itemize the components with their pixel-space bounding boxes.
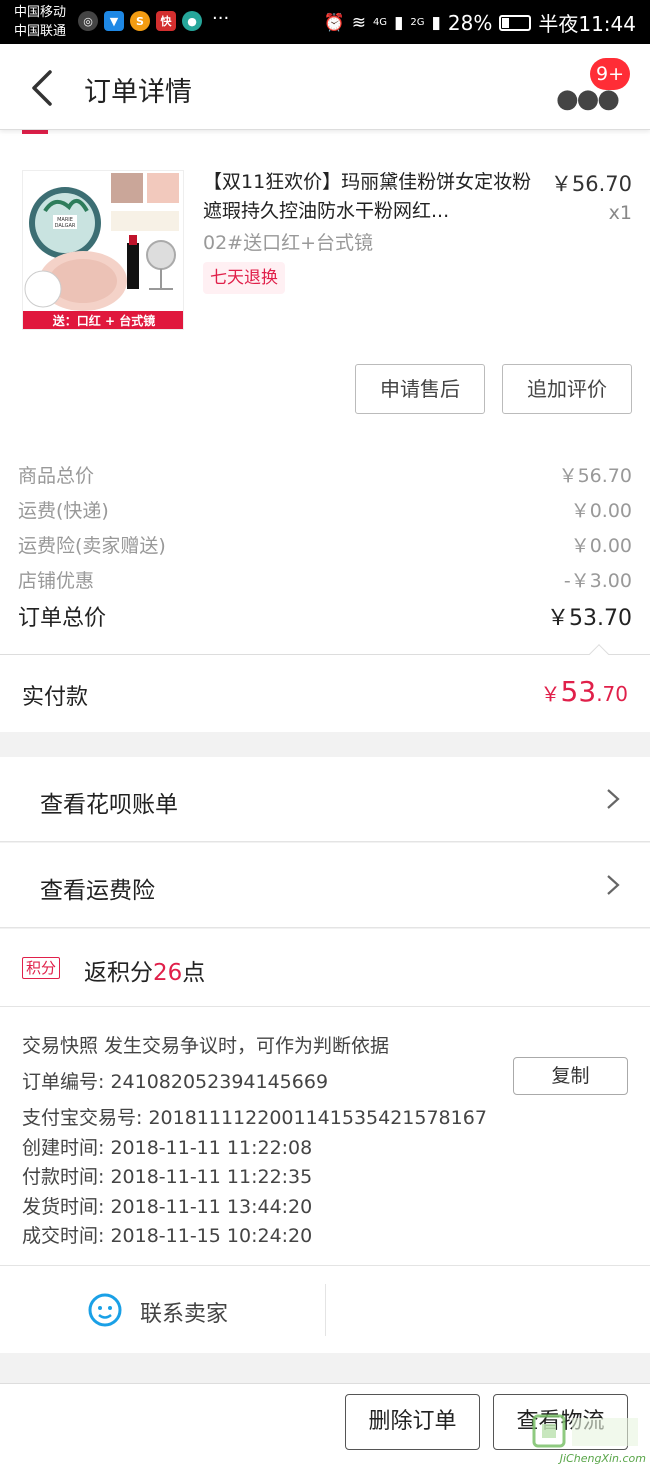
paid-amount-row: 实付款 ￥53.70 [0,644,650,732]
transaction-info: 交易快照 发生交易争议时，可作为判断依据 订单编号: 2410820523941… [0,1007,650,1265]
order-number: 订单编号: 241082052394145669 [22,1071,329,1093]
summary-row-shipping: 运费(快递) ￥0.00 [18,496,632,526]
summary-label: 店铺优惠 [18,570,95,592]
summary-row-discount: 店铺优惠 -￥3.00 [18,566,632,596]
points-prefix: 返积分 [84,960,153,986]
points-text: 返积分26点 [84,953,205,987]
signal-2g-label: 2G [410,17,425,28]
summary-value: ￥0.00 [570,500,632,522]
delete-order-button[interactable]: 删除订单 [345,1394,480,1450]
price-summary: 商品总价 ￥56.70 运费(快递) ￥0.00 运费险(卖家赠送) ￥0.00… [0,434,650,654]
image-caption: 送：口红 + 台式镜 [52,314,156,328]
shield-icon: ▼ [104,11,124,31]
summary-row-insurance: 运费险(卖家赠送) ￥0.00 [18,531,632,561]
carrier-info: 中国移动 中国联通 [14,3,66,41]
notification-icons: ◎ ▼ S 快 ● ··· [78,8,230,31]
points-badge: 积分 [22,957,61,979]
summary-label: 运费险(卖家赠送) [18,535,166,557]
chevron-right-icon [607,789,620,809]
summary-value: ￥0.00 [570,535,632,557]
points-value: 26 [153,960,183,986]
points-suffix: 点 [182,960,206,986]
battery-percent: 28% [447,10,493,35]
status-indicators: ⏰ ≋ 4G ▮ 2G ▮ 28% 半夜11:44 [324,8,636,37]
huabei-label: 查看花呗账单 [40,792,178,818]
paid-decimal: .70 [596,682,628,706]
header: 订单详情 ●●● 9+ [0,44,650,130]
watermark-text: JiChengXin.com [559,1452,646,1465]
summary-value: -￥3.00 [563,570,632,592]
page-title: 订单详情 [84,77,192,108]
created-time: 创建时间: 2018-11-11 11:22:08 [22,1137,313,1159]
summary-row-total: 订单总价 ￥53.70 [18,600,632,631]
trade-snapshot-link[interactable]: 交易快照 发生交易争议时，可作为判断依据 [22,1031,389,1058]
product-card: 送：口红 + 台式镜 MARIE DALGAR 【双11狂欢价】玛丽黛佳粉饼女定… [0,142,650,434]
view-freight-insurance-row[interactable]: 查看运费险 [0,843,650,928]
carrier-2: 中国联通 [14,24,67,39]
summary-row-subtotal: 商品总价 ￥56.70 [18,461,632,491]
contact-section: 联系卖家 [0,1265,650,1353]
weibo-icon: ◎ [78,11,98,31]
contact-seller-label[interactable]: 联系卖家 [140,1296,228,1328]
signal-icon: ▮ [394,12,404,33]
product-sku: 02#送口红+台式镜 [203,232,374,254]
product-title[interactable]: 【双11狂欢价】玛丽黛佳粉饼女定妆粉遮瑕持久控油防水干粉网红... [203,168,537,226]
paid-amount: ￥53.70 [541,675,628,708]
chevron-right-icon [607,875,620,895]
product-image[interactable]: 送：口红 + 台式镜 MARIE DALGAR [22,170,184,330]
signal-2-icon: ▮ [431,12,441,33]
paid-currency: ￥ [540,682,561,706]
shipped-time: 发货时间: 2018-11-11 13:44:20 [22,1196,313,1218]
product-quantity: x1 [608,202,632,224]
alipay-number: 支付宝交易号: 2018111122001141535421578167 [22,1107,487,1129]
status-bar: 中国移动 中国联通 ◎ ▼ S 快 ● ··· ⏰ ≋ 4G ▮ 2G ▮ 28… [0,0,650,44]
battery-icon [499,14,532,31]
total-value: ￥53.70 [547,606,632,631]
image-brand: MARIE DALGAR [54,217,76,229]
app-red-icon: 快 [156,11,176,31]
chat-face-icon[interactable] [88,1293,122,1327]
summary-label: 运费(快递) [18,500,109,522]
paid-label: 实付款 [22,685,89,710]
summary-value: ￥56.70 [558,465,632,487]
back-arrow-icon[interactable] [28,68,58,108]
apply-after-sale-button[interactable]: 申请售后 [355,364,485,414]
app-s-icon: S [130,11,150,31]
copy-button[interactable]: 复制 [513,1057,628,1095]
view-huabei-bill-row[interactable]: 查看花呗账单 [0,757,650,842]
wifi-icon: ≋ [351,12,366,33]
freight-insurance-label: 查看运费险 [40,878,155,904]
points-row: 积分 返积分26点 [0,929,650,1007]
paid-time: 付款时间: 2018-11-11 11:22:35 [22,1166,313,1188]
total-label: 订单总价 [18,606,107,631]
more-notifications-icon: ··· [212,8,230,29]
add-review-button[interactable]: 追加评价 [502,364,632,414]
product-price: ￥56.70 [550,172,632,196]
paid-integer: 53 [560,675,597,708]
return-policy-tag: 七天退换 [203,262,285,294]
summary-label: 商品总价 [18,465,95,487]
app-circle-icon: ● [182,11,202,31]
alarm-icon: ⏰ [323,12,345,33]
shop-header-strip [0,130,650,142]
signal-4g-label: 4G [372,17,388,28]
divider [325,1284,326,1336]
carrier-1: 中国移动 [14,5,67,20]
notification-badge: 9+ [589,58,630,90]
clock: 半夜11:44 [538,12,636,36]
completed-time: 成交时间: 2018-11-15 10:24:20 [22,1225,313,1247]
